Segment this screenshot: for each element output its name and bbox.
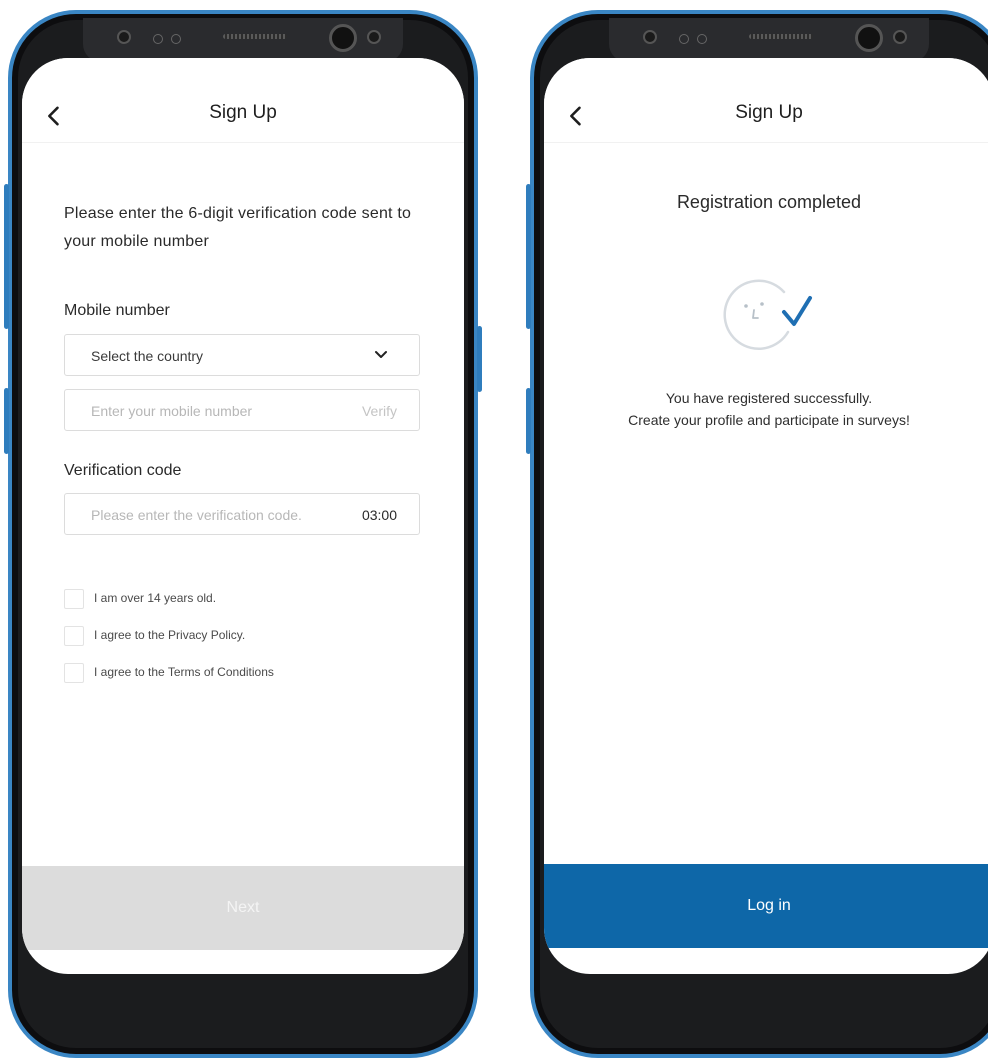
speaker-grille [749, 34, 813, 39]
registration-completed-title: Registration completed [676, 192, 862, 212]
success-message-line1: You have registered successfully. [665, 390, 873, 406]
terms-checkbox-label: I agree to the Terms of Conditions [94, 665, 274, 679]
country-select[interactable]: Select the country [64, 334, 420, 376]
success-message-line2: Create your profile and participate in s… [628, 412, 910, 428]
page-title: Sign Up [735, 102, 803, 123]
privacy-checkbox[interactable] [64, 626, 84, 646]
sensor-icon [697, 34, 707, 44]
sensor-icon [367, 30, 381, 44]
country-select-value: Select the country [91, 348, 204, 364]
terms-checkbox[interactable] [64, 663, 84, 683]
age-checkbox-label: I am over 14 years old. [94, 591, 217, 605]
login-button[interactable]: Log in [544, 864, 988, 948]
sensor-icon [893, 30, 907, 44]
mobile-number-label: Mobile number [64, 302, 170, 319]
phone-notch [609, 18, 929, 62]
signup-verification-screen: Sign Up Please enter the 6-digit verific… [22, 58, 464, 974]
front-camera-icon [329, 24, 357, 52]
side-button [4, 184, 9, 329]
side-button [526, 388, 531, 454]
smiley-check-icon [723, 279, 812, 350]
phone-frame-right: Sign Up Registration completed You have … [526, 10, 988, 1058]
verification-instruction: Please enter the 6-digit verification co… [64, 205, 412, 250]
verification-code-placeholder: Please enter the verification code. [91, 507, 302, 523]
sensor-icon [171, 34, 181, 44]
privacy-checkbox-label: I agree to the Privacy Policy. [94, 628, 246, 642]
countdown-timer: 03:00 [361, 507, 397, 523]
age-checkbox[interactable] [64, 589, 84, 609]
phone-notch [83, 18, 403, 62]
verification-code-input[interactable]: Please enter the verification code. 03:0… [64, 493, 420, 535]
sensor-icon [153, 34, 163, 44]
front-camera-icon [855, 24, 883, 52]
verification-code-label: Verification code [64, 462, 182, 479]
mobile-number-input[interactable]: Enter your mobile number Verify [64, 389, 420, 431]
chevron-down-icon [375, 351, 387, 358]
side-button [526, 184, 531, 329]
next-button[interactable]: Next [22, 866, 464, 950]
side-button [477, 326, 482, 392]
page-title: Sign Up [209, 102, 277, 123]
phone-frame-left: Sign Up Please enter the 6-digit verific… [4, 10, 482, 1058]
side-button [4, 388, 9, 454]
sensor-icon [679, 34, 689, 44]
app-header: Sign Up [22, 58, 464, 143]
registration-complete-screen: Sign Up Registration completed You have … [544, 58, 988, 974]
mobile-number-placeholder: Enter your mobile number [91, 403, 253, 419]
verify-button[interactable]: Verify [362, 403, 397, 419]
sensor-icon [117, 30, 131, 44]
app-header: Sign Up [544, 58, 988, 143]
sensor-icon [643, 30, 657, 44]
speaker-grille [223, 34, 287, 39]
